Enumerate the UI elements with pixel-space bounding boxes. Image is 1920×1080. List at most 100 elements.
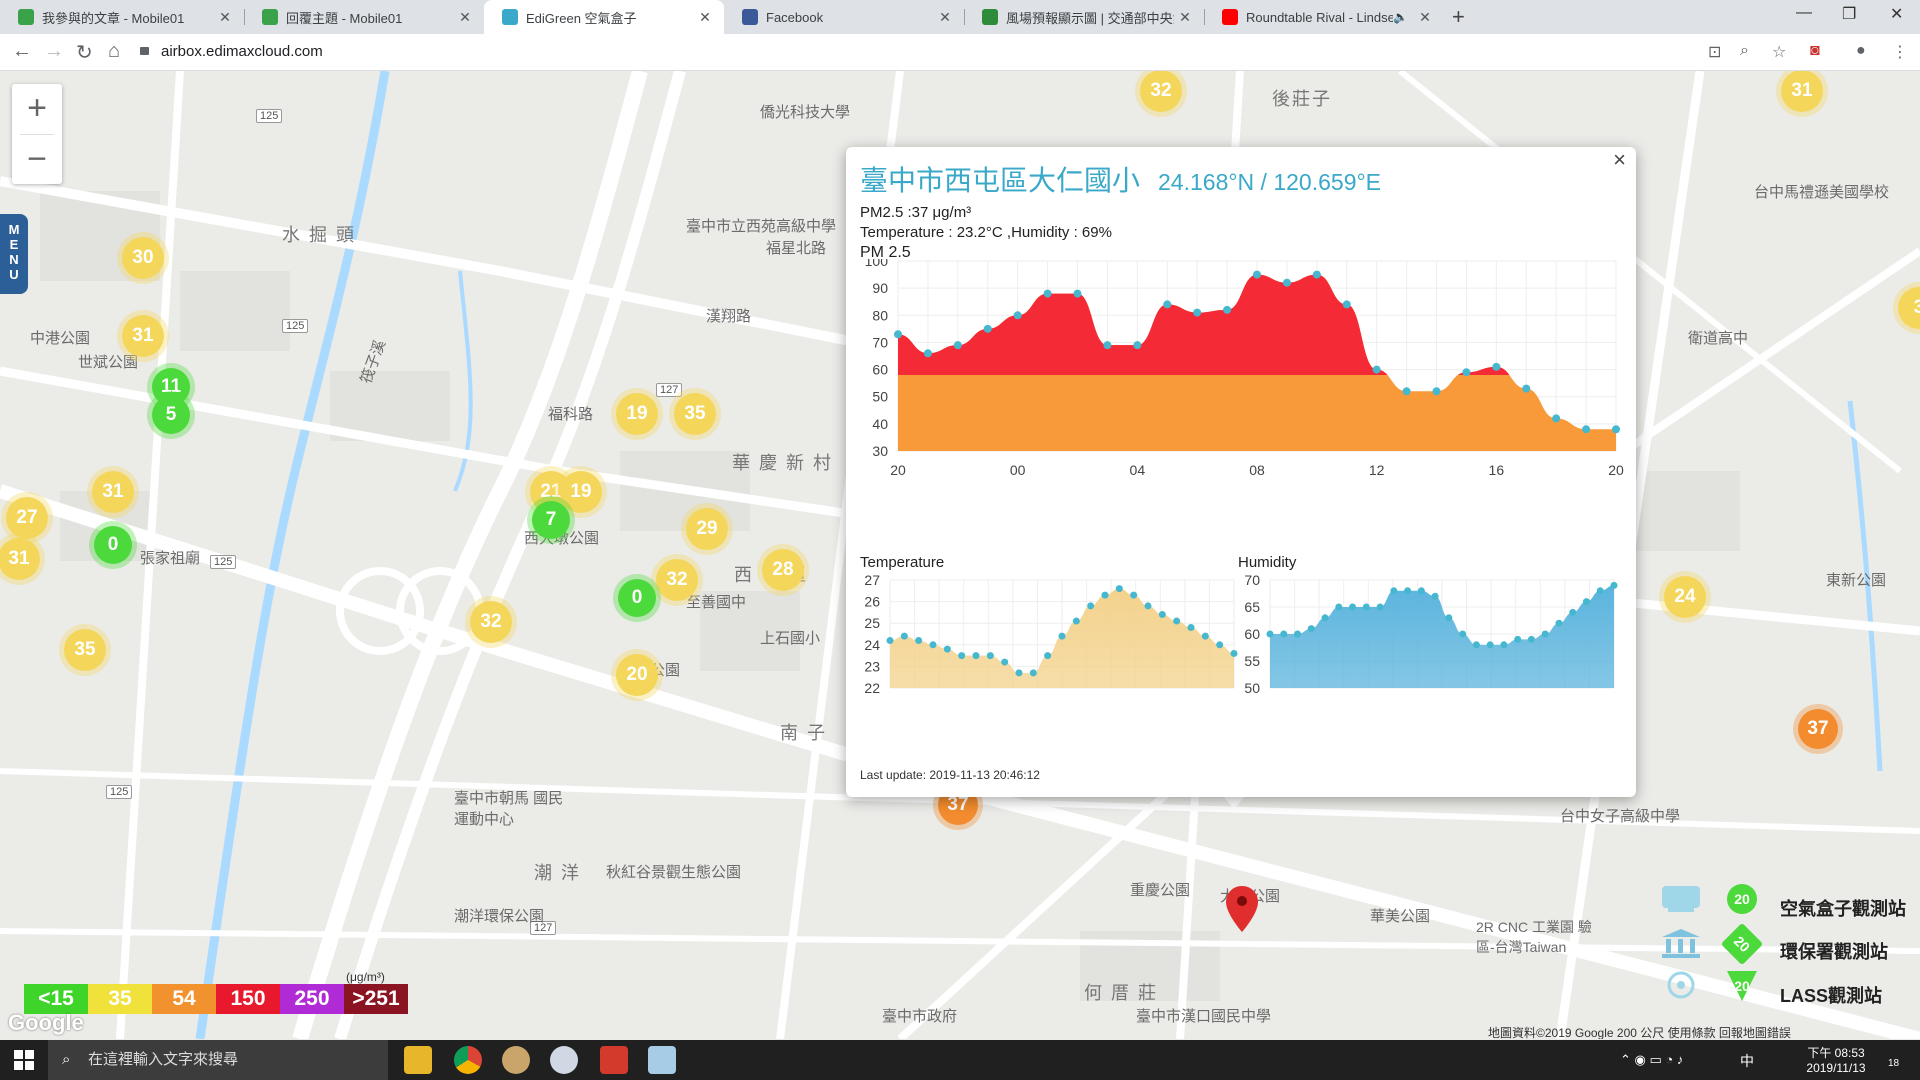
place-label: 僑光科技大學: [760, 104, 851, 121]
cluster-marker[interactable]: 5: [152, 396, 190, 434]
system-tray-icons[interactable]: ⌃ ◉ ▭ ◔ ♪: [1620, 1052, 1683, 1068]
close-window-icon[interactable]: ✕: [1890, 4, 1903, 24]
profile-icon[interactable]: ●: [1856, 42, 1866, 60]
road-sign: 125: [106, 785, 133, 799]
cluster-marker[interactable]: 28: [762, 549, 804, 591]
x-tick-label: 00: [1010, 462, 1026, 478]
scale-segment: 54: [152, 984, 216, 1014]
y-tick-label: 27: [864, 572, 880, 588]
data-point: [953, 341, 962, 350]
new-tab-button[interactable]: +: [1452, 4, 1465, 30]
data-point: [1527, 635, 1535, 643]
tab-mobile01-reply[interactable]: 回覆主題 - Mobile01 ✕: [244, 0, 484, 34]
cluster-marker[interactable]: 19: [560, 471, 602, 513]
data-point: [1445, 614, 1453, 622]
zoom-control: + −: [12, 84, 62, 184]
cluster-marker[interactable]: 24: [1664, 576, 1706, 618]
tab-youtube[interactable]: Roundtable Rival - Lindsey 🔈 ✕: [1204, 0, 1444, 34]
address-bar[interactable]: airbox.edimaxcloud.com: [140, 38, 1170, 66]
app-icon[interactable]: [550, 1046, 578, 1074]
speaker-icon[interactable]: 🔈: [1393, 10, 1408, 24]
forward-icon[interactable]: →: [44, 40, 64, 63]
tab-close-icon[interactable]: ✕: [1414, 9, 1436, 26]
restore-icon[interactable]: ❐: [1842, 4, 1856, 24]
tab-cwb-wind[interactable]: 風場預報顯示圖 | 交通部中央氣象 ✕: [964, 0, 1204, 34]
zoom-icon[interactable]: ⌕: [1740, 42, 1749, 60]
data-point: [1130, 591, 1138, 599]
cluster-marker[interactable]: 31: [1781, 71, 1823, 112]
menu-letter: M: [8, 222, 20, 237]
cluster-marker[interactable]: 32: [656, 559, 698, 601]
cluster-marker[interactable]: 32: [1140, 71, 1182, 112]
tab-facebook[interactable]: Facebook ✕: [724, 0, 964, 34]
ime-indicator[interactable]: 中: [1740, 1051, 1754, 1071]
cluster-marker[interactable]: 31: [0, 538, 40, 580]
reload-icon[interactable]: ↻: [76, 40, 93, 65]
data-point: [1582, 598, 1590, 606]
cluster-marker[interactable]: 27: [6, 497, 48, 539]
y-tick-label: 30: [872, 443, 888, 459]
cluster-marker[interactable]: 0: [618, 579, 656, 617]
search-icon: ⌕: [62, 1051, 71, 1068]
zoom-in-button[interactable]: +: [12, 84, 62, 134]
data-point: [1216, 641, 1224, 649]
menu-button[interactable]: M E N U: [0, 214, 28, 294]
clock-date[interactable]: 2019/11/13: [1796, 1061, 1876, 1075]
tab-close-icon[interactable]: ✕: [1174, 9, 1196, 26]
chrome-icon[interactable]: [454, 1046, 482, 1074]
data-point: [1193, 308, 1202, 317]
minimize-icon[interactable]: —: [1796, 4, 1812, 22]
app-icon[interactable]: [502, 1046, 530, 1074]
home-icon[interactable]: ⌂: [108, 40, 120, 63]
data-point: [1459, 630, 1467, 638]
tab-mobile01-articles[interactable]: 我參與的文章 - Mobile01 ✕: [0, 0, 244, 34]
cluster-marker[interactable]: 0: [94, 526, 132, 564]
y-tick-label: 65: [1244, 599, 1260, 615]
tab-close-icon[interactable]: ✕: [214, 9, 236, 26]
notification-badge[interactable]: 18: [1888, 1058, 1899, 1069]
tab-close-icon[interactable]: ✕: [454, 9, 476, 26]
taskbar-search-box[interactable]: ⌕ 在這裡輸入文字來搜尋: [48, 1040, 388, 1080]
cluster-marker[interactable]: 32: [470, 601, 512, 643]
cluster-marker[interactable]: 19: [616, 393, 658, 435]
cluster-marker[interactable]: 31: [92, 471, 134, 513]
legend-label: 環保署觀測站: [1780, 942, 1888, 962]
data-point: [1472, 641, 1480, 649]
data-point: [886, 636, 894, 644]
data-point: [972, 652, 980, 660]
clock-time[interactable]: 下午 08:53: [1796, 1044, 1876, 1061]
windows-start-icon[interactable]: [14, 1050, 34, 1070]
tab-title: Roundtable Rival - Lindsey: [1246, 9, 1394, 25]
cluster-marker[interactable]: 29: [686, 508, 728, 550]
data-point: [958, 652, 966, 660]
bookmark-star-icon[interactable]: ☆: [1772, 42, 1786, 62]
station-title: 臺中市西屯區大仁國小 24.168°N / 120.659°E: [860, 159, 1381, 199]
cluster-marker[interactable]: 37: [1798, 709, 1838, 749]
app-icon[interactable]: [648, 1046, 676, 1074]
popup-close-button[interactable]: ×: [1613, 147, 1626, 173]
file-explorer-icon[interactable]: [404, 1046, 432, 1074]
app-icon[interactable]: [600, 1046, 628, 1074]
place-label: 華美公園: [1370, 908, 1431, 925]
place-label: 華 慶 新 村: [732, 453, 834, 473]
station-pin-icon[interactable]: [1226, 886, 1258, 932]
tab-close-icon[interactable]: ✕: [934, 9, 956, 26]
cluster-marker[interactable]: 31: [122, 315, 164, 357]
cluster-marker[interactable]: 20: [616, 654, 658, 696]
cluster-marker[interactable]: 35: [64, 629, 106, 671]
tab-close-icon[interactable]: ✕: [694, 9, 716, 26]
extension-icon[interactable]: ◙: [1810, 42, 1820, 60]
data-point: [1294, 630, 1302, 638]
y-tick-label: 60: [1244, 626, 1260, 642]
cluster-marker[interactable]: 30: [122, 237, 164, 279]
translate-icon[interactable]: ⊡: [1708, 42, 1721, 62]
data-point: [1462, 368, 1471, 377]
y-tick-label: 50: [1244, 680, 1260, 696]
menu-dots-icon[interactable]: ⋮: [1892, 42, 1908, 62]
tab-edigreen[interactable]: EdiGreen 空氣盒子 ✕: [484, 0, 724, 34]
zoom-out-button[interactable]: −: [12, 135, 62, 185]
cluster-marker[interactable]: 35: [674, 393, 716, 435]
cluster-marker[interactable]: 7: [532, 501, 570, 539]
humidity-chart: 50 55 60 65 70: [1244, 572, 1618, 696]
back-icon[interactable]: ←: [12, 40, 32, 63]
